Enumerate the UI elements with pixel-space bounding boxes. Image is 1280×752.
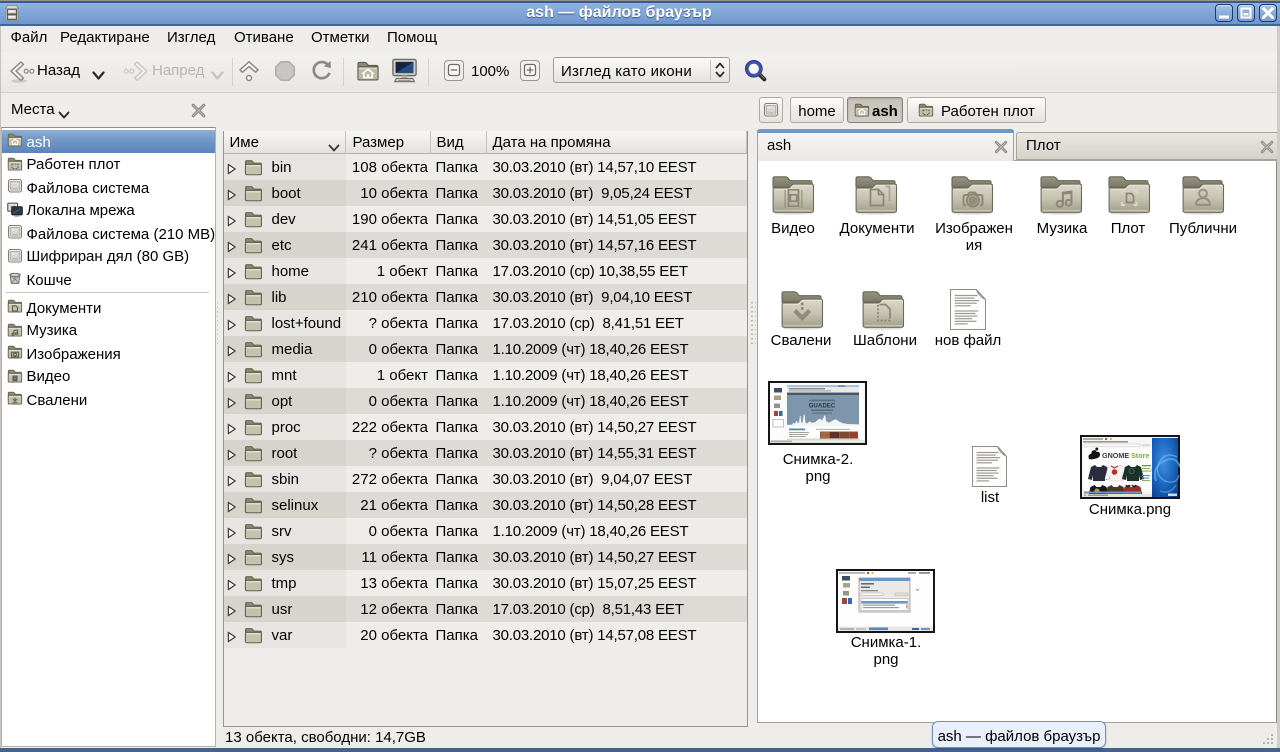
svg-text:GNOME: GNOME — [1102, 451, 1129, 460]
svg-text:Store: Store — [1131, 451, 1149, 460]
svg-text:GUADEC: GUADEC — [809, 403, 836, 410]
